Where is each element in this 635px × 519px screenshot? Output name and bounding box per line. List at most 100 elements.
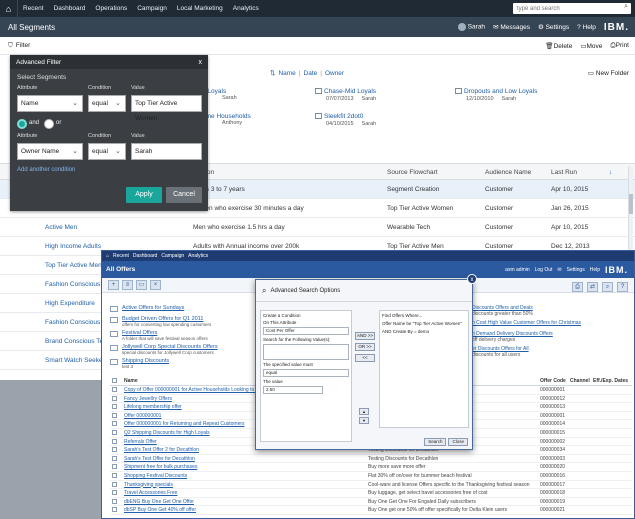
close-button[interactable]: Close bbox=[448, 438, 468, 446]
row-checkbox[interactable] bbox=[112, 387, 117, 392]
list-item[interactable]: er Discounts Offers for All discounts for… bbox=[472, 346, 632, 358]
table-row[interactable]: Shopping Festival Discounts Flat 30% off … bbox=[110, 472, 632, 481]
nav-item-campaign[interactable]: Campaign bbox=[132, 0, 172, 17]
list-item[interactable]: Discounts Offers and Deals discounts grea… bbox=[472, 305, 632, 317]
offers-settings-link[interactable]: Settings bbox=[567, 267, 585, 273]
list-item[interactable]: Fashion Conscious bbox=[0, 275, 112, 294]
col-eff-exp-dates[interactable]: Eff./Exp. Dates bbox=[593, 378, 628, 384]
filter-button[interactable]: ⛉ Filter bbox=[8, 42, 30, 50]
value-input-2[interactable]: Sarah bbox=[131, 143, 202, 160]
offer-link[interactable]: Referrals Offer bbox=[124, 439, 157, 445]
value-input-1[interactable]: Top Tier Active Women bbox=[131, 95, 202, 122]
breadcrumb-analytics[interactable]: Analytics bbox=[188, 253, 208, 259]
row-checkbox[interactable] bbox=[112, 507, 117, 513]
select-all-checkbox[interactable] bbox=[112, 378, 117, 383]
offers-user[interactable]: asm admin bbox=[505, 267, 529, 273]
delete-icon[interactable]: × bbox=[150, 280, 161, 290]
row-checkbox[interactable] bbox=[112, 490, 117, 496]
col-last-run[interactable]: Last Run bbox=[551, 169, 577, 176]
offers-help-link[interactable]: Help bbox=[590, 267, 600, 273]
list-item[interactable]: High Expenditure bbox=[0, 294, 112, 313]
help-icon[interactable]: ? bbox=[617, 282, 628, 292]
breadcrumb-campaign[interactable]: Campaign bbox=[161, 253, 184, 259]
scrollbar-thumb[interactable] bbox=[629, 194, 633, 214]
list-item[interactable]: Brand Conscious Te bbox=[0, 332, 112, 351]
offer-link[interactable]: Travel Accessories Free bbox=[124, 490, 177, 496]
condition-line[interactable]: AND Create By = demo bbox=[382, 329, 466, 334]
sort-desc-icon[interactable]: ↓ bbox=[609, 169, 612, 176]
breadcrumb-dashboard[interactable]: Dashboard bbox=[133, 253, 157, 259]
col-audience-name[interactable]: Audience Name bbox=[485, 169, 531, 176]
offer-link[interactable]: Copy of Offer 000000001 for Active House… bbox=[124, 387, 258, 393]
new-folder-button[interactable]: ▭ New Folder bbox=[588, 69, 629, 77]
value-input[interactable]: 2.50 bbox=[263, 386, 323, 394]
list-item[interactable]: Fashion Conscious bbox=[0, 313, 112, 332]
cancel-button[interactable]: Cancel bbox=[166, 187, 202, 203]
and-button[interactable]: AND >> bbox=[355, 332, 375, 340]
folder-item[interactable]: Dropouts and Low Loyals 12/10/2010 Sarah bbox=[455, 88, 537, 102]
condition-select-2[interactable]: equal ⌄ bbox=[88, 143, 126, 160]
row-checkbox[interactable] bbox=[112, 447, 117, 453]
table-scrollbar[interactable] bbox=[628, 166, 633, 261]
search-button[interactable]: Search bbox=[424, 438, 447, 446]
row-checkbox[interactable] bbox=[112, 455, 117, 461]
settings-link[interactable]: ⚙ Settings bbox=[538, 23, 569, 31]
row-checkbox[interactable] bbox=[112, 404, 117, 410]
row-checkbox[interactable] bbox=[112, 464, 117, 470]
table-row[interactable]: dbSP Buy One Get 40% off offer Buy One ge… bbox=[110, 506, 632, 515]
messages-link[interactable]: ✉ Messages bbox=[493, 23, 530, 31]
close-icon[interactable]: x bbox=[467, 274, 477, 284]
values-box[interactable] bbox=[263, 344, 349, 360]
offer-link[interactable]: Offer 000000001 for Returning and Repeat… bbox=[124, 421, 245, 427]
nav-item-analytics[interactable]: Analytics bbox=[228, 0, 264, 17]
list-item[interactable]: Top Tier Active Men bbox=[0, 256, 112, 275]
attribute-select-1[interactable]: Name ⌄ bbox=[17, 95, 83, 112]
and-radio[interactable] bbox=[17, 119, 27, 129]
table-row[interactable]: Thanksgiving specials Cool-ware and licen… bbox=[110, 481, 632, 490]
offer-link[interactable]: Fancy Jewellry Offers bbox=[124, 396, 172, 402]
offer-link[interactable]: Sarah's Test Offer for Decathlon bbox=[124, 456, 195, 462]
row-checkbox[interactable] bbox=[112, 481, 117, 487]
nav-item-local-marketing[interactable]: Local Marketing bbox=[172, 0, 228, 17]
table-row[interactable]: Active Men Men who exercise 1.5 hrs a da… bbox=[0, 218, 635, 237]
messages-icon[interactable]: ✉ bbox=[557, 267, 561, 273]
close-icon[interactable]: x bbox=[199, 59, 203, 66]
search-icon[interactable]: ⌕ bbox=[624, 3, 628, 11]
row-checkbox[interactable] bbox=[112, 472, 117, 478]
new-list-icon[interactable]: ≡ bbox=[122, 280, 133, 290]
user-menu[interactable]: Sarah bbox=[457, 23, 485, 31]
nav-item-operations[interactable]: Operations bbox=[90, 0, 132, 17]
help-link[interactable]: ? Help bbox=[577, 24, 596, 31]
global-search-input[interactable] bbox=[517, 5, 617, 12]
row-checkbox[interactable] bbox=[112, 438, 117, 444]
folder-item[interactable]: Sleekfit 2dot0 04/10/2015 Sarah bbox=[315, 113, 376, 127]
or-radio[interactable] bbox=[44, 119, 54, 129]
delete-button[interactable]: 🗑Delete bbox=[545, 42, 572, 50]
table-row[interactable]: Travel Accessories Free Buy luggage, get … bbox=[110, 489, 632, 498]
condition-line[interactable]: Offer Name be "Top Tier Active Women" bbox=[382, 321, 466, 326]
table-row[interactable]: Sarah's Test Offer for Decathlon Testing … bbox=[110, 455, 632, 464]
col-offer-code[interactable]: Offer Code bbox=[540, 378, 566, 384]
offer-link[interactable]: Thanksgiving specials bbox=[124, 482, 173, 488]
folder-link[interactable]: h Cost High Value Customer Offers for Ch… bbox=[472, 320, 581, 326]
operator-select[interactable]: equal bbox=[263, 369, 349, 377]
logout-link[interactable]: Log Out bbox=[535, 267, 553, 273]
col-source-flowchart[interactable]: Source Flowchart bbox=[387, 169, 438, 176]
print-button[interactable]: ⎙Print bbox=[610, 42, 629, 50]
nav-item-recent[interactable]: Recent bbox=[18, 0, 49, 17]
folder-link[interactable]: Active Offers for Sundays bbox=[122, 305, 184, 311]
attribute-select-2[interactable]: Owner Name ⌄ bbox=[17, 143, 83, 160]
move-down-button[interactable]: ▼ bbox=[359, 417, 369, 424]
search-icon[interactable]: ⌕ bbox=[602, 282, 613, 292]
table-row[interactable]: dbENG Buy One Get One Offer Buy One Get O… bbox=[110, 498, 632, 507]
home-icon[interactable]: ⌂ bbox=[0, 0, 18, 17]
breadcrumb-recent[interactable]: Recent bbox=[113, 253, 129, 259]
move-icon[interactable]: ⇄ bbox=[587, 282, 598, 292]
print-icon[interactable]: ⎙ bbox=[572, 282, 583, 292]
offer-link[interactable]: dbSP Buy One Get 40% off offer bbox=[124, 507, 196, 513]
table-row[interactable]: Shipment free for bulk purchases Buy more… bbox=[110, 463, 632, 472]
condition-select-1[interactable]: equal ⌄ bbox=[88, 95, 126, 112]
folder-item[interactable]: ome Households Anthony bbox=[202, 113, 251, 126]
new-folder-icon[interactable]: ▭ bbox=[136, 280, 147, 290]
home-icon[interactable]: ⌂ bbox=[106, 253, 109, 259]
